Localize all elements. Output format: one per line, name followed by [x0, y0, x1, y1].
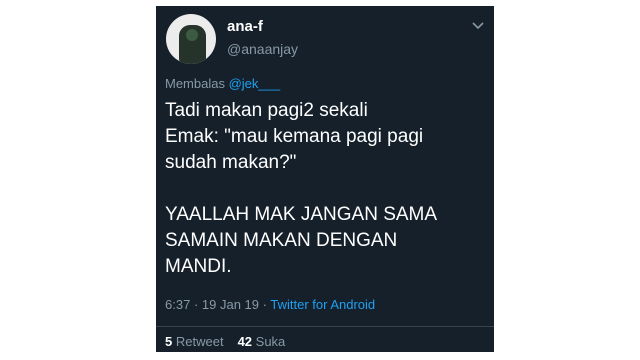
- chevron-down-icon[interactable]: [472, 22, 484, 30]
- reply-context: Membalas @jek___: [165, 76, 280, 91]
- user-handle[interactable]: @anaanjay: [227, 41, 298, 57]
- tweet-stats: 5 Retweet 42 Suka: [165, 334, 285, 349]
- tweet-date: 19 Jan 19: [201, 297, 260, 312]
- tweet-meta: 6:37 · 19 Jan 19 · Twitter for Android: [165, 297, 375, 312]
- avatar-face: [186, 29, 198, 41]
- display-name[interactable]: ana-f: [227, 18, 263, 35]
- retweets-label: Retweet: [175, 334, 224, 349]
- likes-label: Suka: [255, 334, 286, 349]
- likes-stat[interactable]: 42 Suka: [238, 334, 286, 349]
- reply-mention-link[interactable]: @jek___: [229, 76, 281, 91]
- meta-separator: ·: [262, 297, 267, 312]
- retweets-count: 5: [165, 334, 173, 349]
- tweet-source-link[interactable]: Twitter for Android: [270, 297, 375, 312]
- tweet-card: ana-f @anaanjay Membalas @jek___ Tadi ma…: [156, 6, 494, 352]
- tweet-text: Tadi makan pagi2 sekali Emak: "mau keman…: [165, 100, 438, 277]
- likes-count: 42: [237, 334, 253, 349]
- retweets-stat[interactable]: 5 Retweet: [165, 334, 224, 349]
- meta-separator: ·: [193, 297, 199, 312]
- reply-prefix: Membalas: [165, 76, 225, 91]
- tweet-time: 6:37: [165, 297, 191, 312]
- divider: [156, 326, 494, 327]
- avatar[interactable]: [166, 14, 216, 64]
